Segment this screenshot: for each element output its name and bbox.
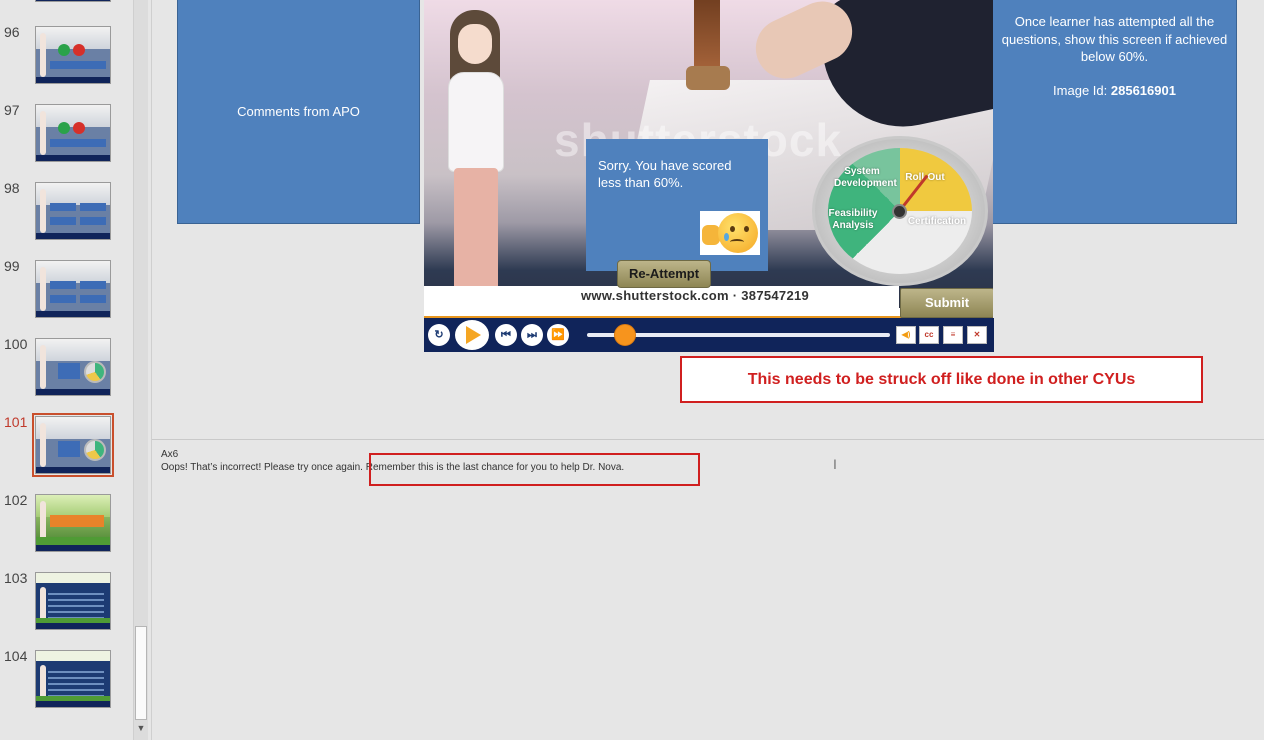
instructions-text: Once learner has attempted all the quest… [1001, 14, 1228, 64]
comments-panel-text: Comments from APO [237, 103, 360, 119]
slide-thumbnail-image [35, 416, 111, 474]
slide-thumbnail-104[interactable]: 104 [0, 648, 133, 714]
image-id-line: Image Id: 285616901 [999, 82, 1230, 100]
play-button[interactable] [455, 320, 489, 350]
volume-icon[interactable]: ◀) [896, 326, 916, 344]
scrollbar-thumb[interactable] [135, 626, 147, 720]
play-icon [466, 326, 481, 344]
slide-thumbnail-95[interactable] [0, 0, 133, 8]
replay-icon[interactable]: ↻ [428, 324, 450, 346]
slide-thumbnail-image [35, 338, 111, 396]
slide-number: 102 [4, 492, 28, 508]
powerpoint-editor: 96 97 98 99 100 101 102 103 104 ▼ Comments from … [0, 0, 1264, 740]
pane-divider[interactable] [151, 0, 152, 740]
gauge-label-certification: Certification [907, 216, 967, 227]
slide-thumbnail-99[interactable]: 99 [0, 258, 133, 324]
slide-thumbnail-101[interactable]: 101 [0, 413, 133, 480]
seek-knob[interactable] [614, 324, 636, 346]
background-stamp-base [686, 66, 730, 90]
slide-number: 103 [4, 570, 28, 586]
slide-thumbnail-97[interactable]: 97 [0, 102, 133, 168]
gauge-hub [892, 204, 907, 219]
previous-icon[interactable]: ⏮ [495, 324, 517, 346]
slide-number: 96 [4, 24, 20, 40]
feedback-text: Sorry. You have scored less than 60%. [598, 158, 732, 190]
slide-thumbnail-98[interactable]: 98 [0, 180, 133, 246]
fast-forward-icon[interactable]: ⏩ [547, 324, 569, 346]
progress-gauge: System Development Roll-Out Feasibility … [812, 136, 988, 286]
slide-thumbnail-image [35, 260, 111, 318]
review-annotation-box: This needs to be struck off like done in… [680, 356, 1203, 403]
sad-thumbs-down-emoji-icon [700, 211, 760, 255]
thumbnail-scrollbar[interactable]: ▼ [133, 0, 148, 740]
image-id-value: 285616901 [1110, 82, 1176, 98]
slide-thumbnail-image [35, 572, 111, 630]
slide-number: 101 [4, 414, 28, 430]
slide-thumbnail-image [35, 104, 111, 162]
slide-thumbnail-103[interactable]: 103 [0, 570, 133, 636]
watermark-url: www.shutterstock.com · 387547219 [581, 288, 810, 303]
instructions-panel: Once learner has attempted all the quest… [992, 0, 1237, 224]
slide-number: 98 [4, 180, 20, 196]
notes-pane-divider[interactable] [152, 439, 1264, 440]
slide-number: 97 [4, 102, 20, 118]
presenter-character [434, 10, 514, 318]
close-icon[interactable]: ✕ [967, 326, 987, 344]
slide-thumbnail-image [35, 26, 111, 84]
slide-number: 99 [4, 258, 20, 274]
image-id-label: Image Id: [1053, 82, 1108, 98]
closed-caption-button[interactable]: cc [919, 326, 939, 344]
slide-stage: shutterstock Sorry. You have scored less… [424, 0, 993, 318]
slide-thumbnail-image [35, 650, 111, 708]
slide-thumbnail-image [35, 0, 111, 2]
reattempt-button[interactable]: Re-Attempt [617, 260, 711, 288]
gauge-label-system-development: System Development [834, 166, 897, 189]
media-player-bar: ↻ ⏮ ⏭ ⏩ ◀) cc ≡ ✕ [424, 318, 994, 352]
slide-number: 104 [4, 648, 28, 664]
slide-thumbnail-image [35, 494, 111, 552]
comments-panel: Comments from APO [177, 0, 420, 224]
scroll-down-arrow-icon[interactable]: ▼ [135, 722, 147, 734]
gauge-label-feasibility-analysis: Feasibility Analysis [828, 208, 878, 231]
slide-thumbnail-96[interactable]: 96 [0, 24, 133, 90]
score-feedback-box: Sorry. You have scored less than 60%. [586, 139, 768, 271]
submit-button[interactable]: Submit [900, 288, 993, 318]
watermark-strip: www.shutterstock.com · 387547219 [424, 286, 899, 308]
text-cursor-icon: I [833, 456, 837, 472]
transcript-icon[interactable]: ≡ [943, 326, 963, 344]
slide-number: 100 [4, 336, 28, 352]
slide-thumbnail-102[interactable]: 102 [0, 492, 133, 558]
next-icon[interactable]: ⏭ [521, 324, 543, 346]
slide-thumbnail-pane: 96 97 98 99 100 101 102 103 104 [0, 0, 133, 740]
notes-highlight-box [369, 453, 700, 486]
slide-thumbnail-100[interactable]: 100 [0, 336, 133, 402]
background-stamp [694, 0, 720, 70]
slide-thumbnail-image [35, 182, 111, 240]
